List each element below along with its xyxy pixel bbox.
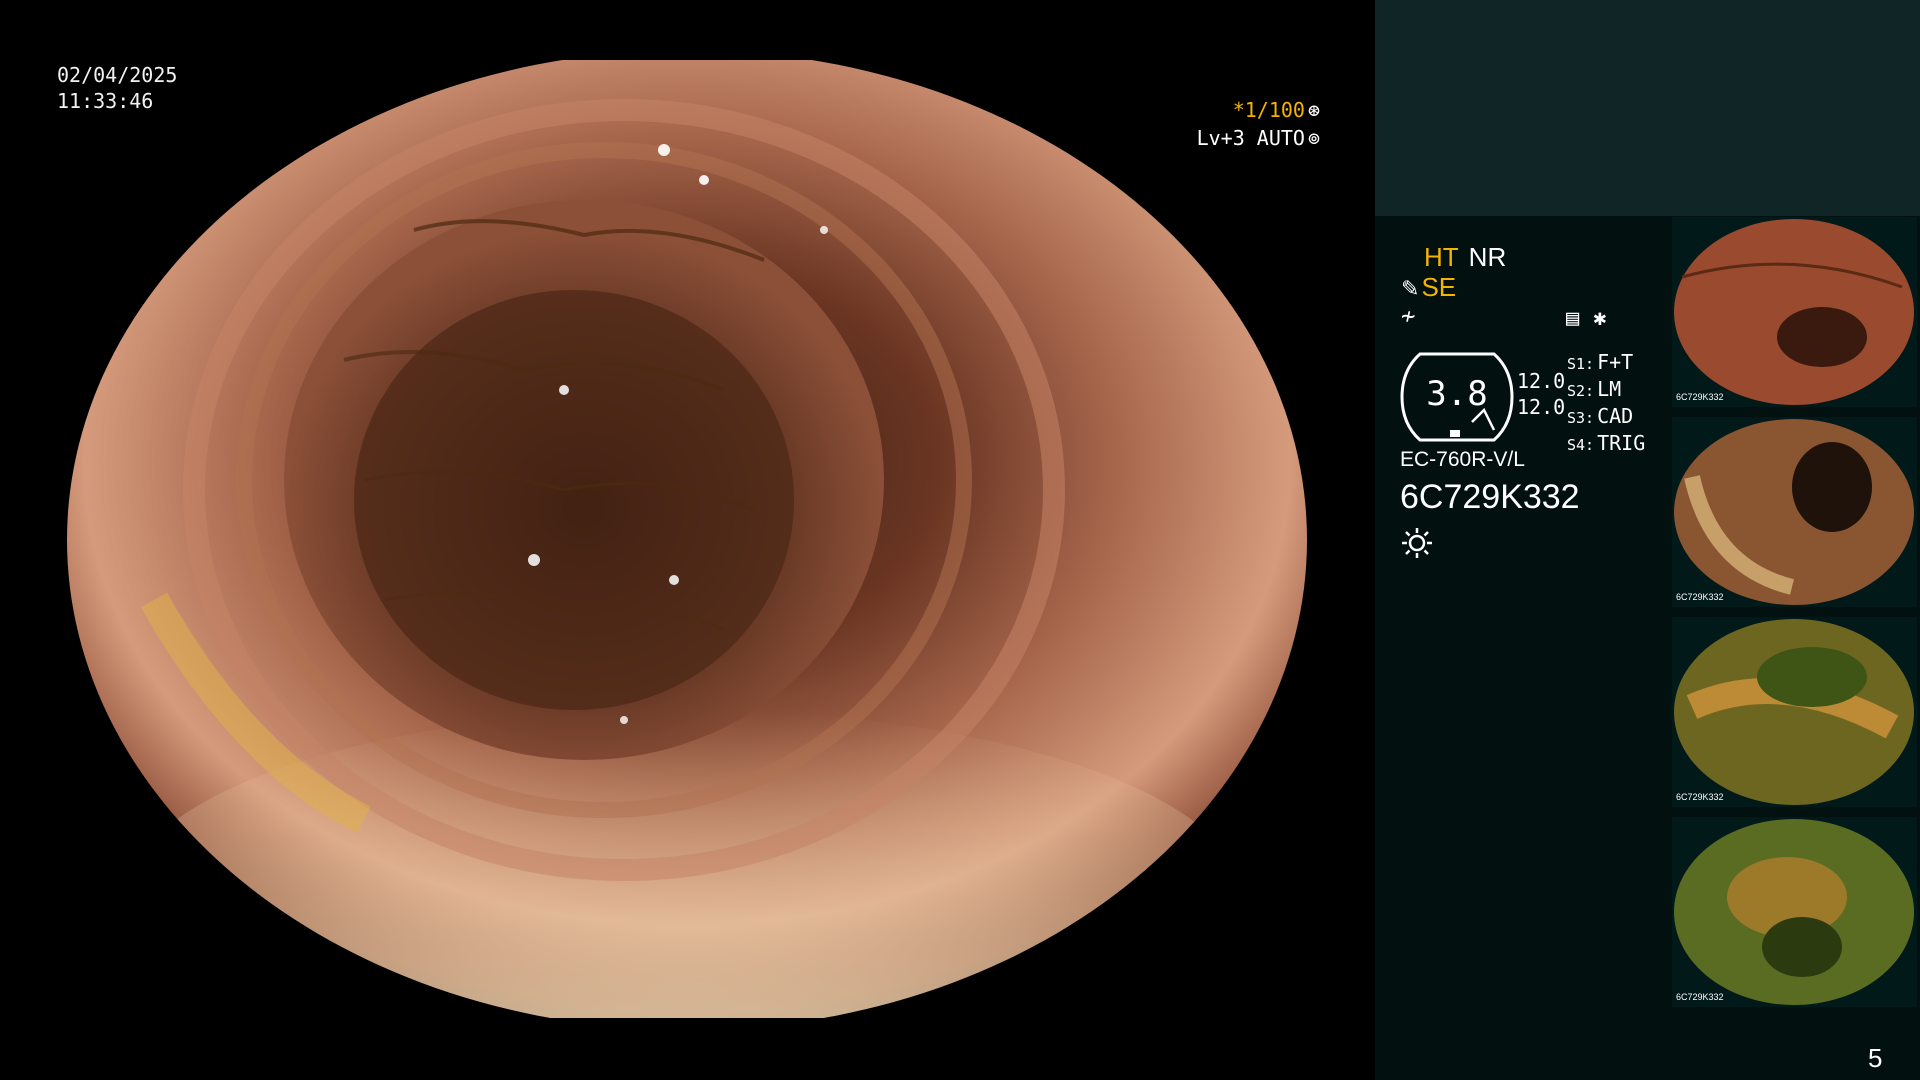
- switch-list: S1: F+T S2: LM S3: CAD S4: TRIG: [1567, 350, 1645, 458]
- scope-serial: 6C729K332: [1400, 478, 1580, 516]
- nr-label: NR: [1468, 242, 1507, 272]
- thumbnail[interactable]: 6C729K332: [1672, 817, 1917, 1007]
- level-value: Lv+3 AUTO: [1196, 126, 1305, 150]
- value-2: 12.0: [1517, 395, 1566, 419]
- auto-iris-icon: ⊚: [1307, 126, 1320, 150]
- sun-icon: [1402, 528, 1432, 558]
- value-1: 12.0: [1517, 369, 1566, 393]
- page-number: 5: [1868, 1043, 1883, 1073]
- pen-icon: ✎: [1401, 276, 1420, 301]
- gauge-values: 12.0 12.0: [1517, 368, 1565, 420]
- switch-row: S2: LM: [1567, 377, 1622, 401]
- thumbnail-label: 6C729K332: [1676, 992, 1724, 1002]
- aperture-icon: ⊛: [1307, 98, 1320, 122]
- ht-nr-indicator: HT NR: [1424, 242, 1506, 273]
- ht-label: HT: [1424, 242, 1459, 272]
- scope-model: EC-760R-V/L: [1400, 448, 1525, 471]
- thumbnail-label: 6C729K332: [1676, 792, 1724, 802]
- switch-row: S1: F+T: [1567, 350, 1634, 374]
- info-panel: [1375, 216, 1670, 1080]
- thumbnail-label: 6C729K332: [1676, 592, 1724, 602]
- thumbnail[interactable]: 6C729K332: [1672, 617, 1917, 807]
- memory-icon: ▤: [1566, 306, 1580, 331]
- flash-icon: ≁: [1401, 302, 1416, 330]
- thumbnail[interactable]: 6C729K332: [1672, 417, 1917, 607]
- thumbnail[interactable]: 6C729K332: [1672, 217, 1917, 407]
- se-label: SE: [1421, 272, 1457, 302]
- info-panel-header: [1375, 0, 1920, 216]
- exposure-status: *1/100 ⊛ Lv+3 AUTO ⊚: [1197, 96, 1320, 152]
- asterisk-icon: ✱: [1593, 306, 1607, 331]
- mode-icons: ▤ ✱: [1566, 306, 1621, 331]
- shutter-speed: *1/100 ⊛: [1197, 96, 1320, 124]
- thumbnail-label: 6C729K332: [1676, 392, 1724, 402]
- se-indicator: ✎SE: [1401, 272, 1456, 303]
- shutter-value: *1/100: [1232, 98, 1305, 122]
- switch-row: S3: CAD: [1567, 404, 1634, 428]
- endoscope-view: [67, 60, 1307, 1018]
- brightness-level: Lv+3 AUTO ⊚: [1197, 124, 1320, 152]
- switch-row: S4: TRIG: [1567, 431, 1646, 455]
- gauge-value: 3.8: [1426, 374, 1488, 414]
